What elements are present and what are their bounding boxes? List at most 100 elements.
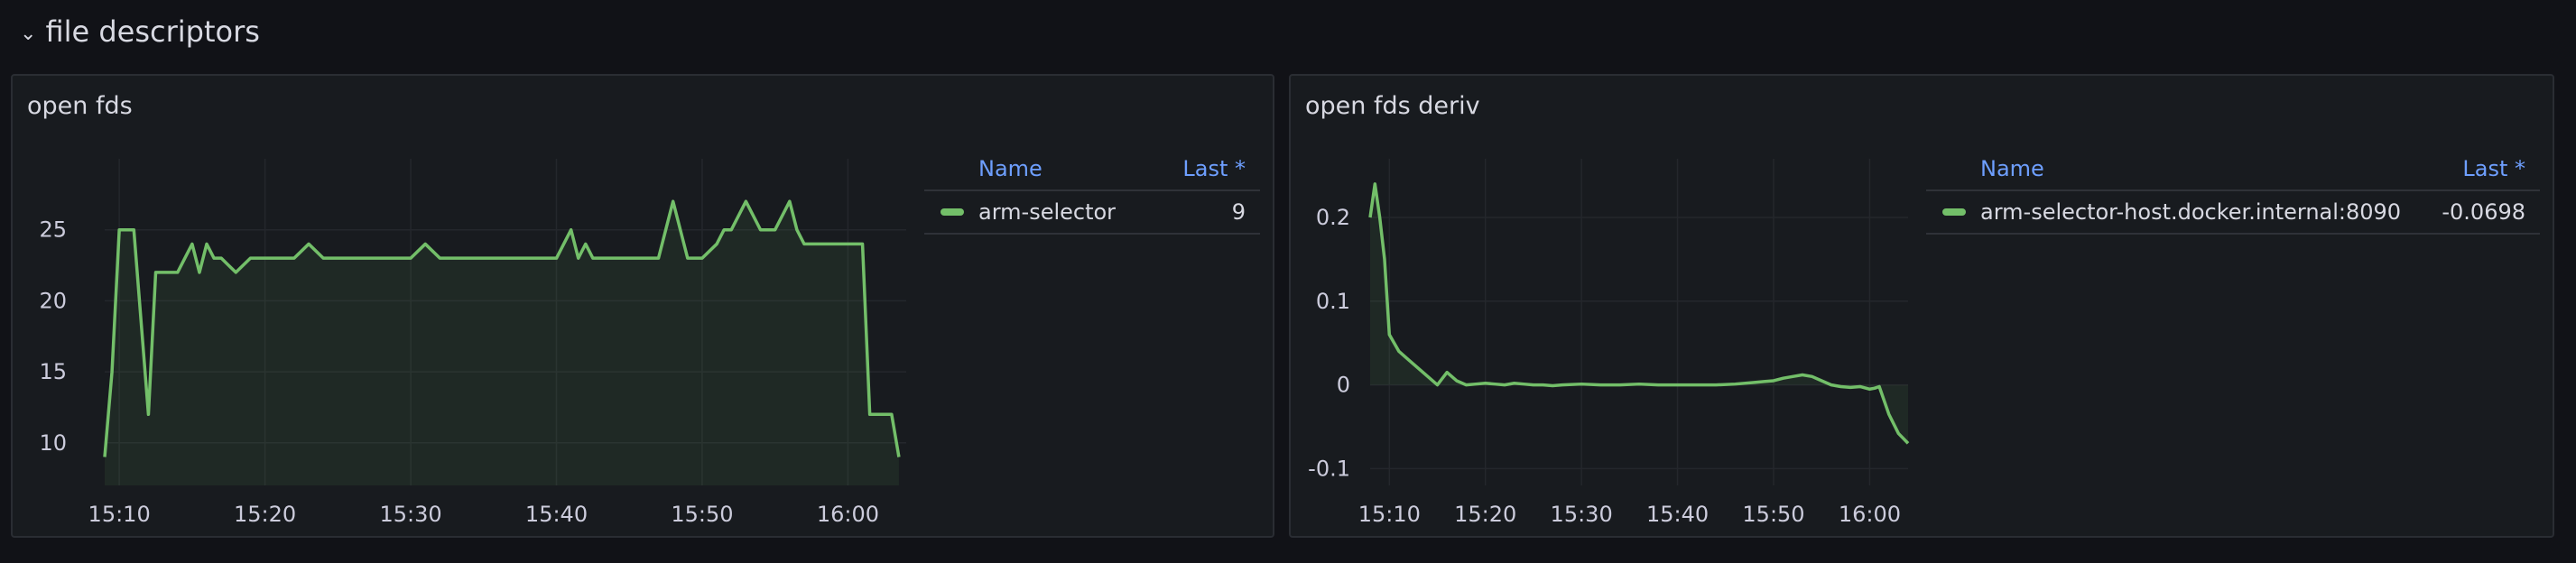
data-point (876, 413, 878, 415)
data-point (199, 272, 200, 273)
data-point (1475, 383, 1477, 385)
data-point (1446, 372, 1448, 374)
legend-name-header[interactable]: Name (1926, 156, 2462, 181)
data-point (1677, 384, 1679, 386)
data-point (1417, 367, 1419, 369)
data-point (410, 257, 412, 259)
data-point (497, 257, 499, 259)
data-point (1561, 384, 1563, 386)
data-point (1599, 384, 1601, 386)
data-point (220, 257, 222, 259)
data-point (570, 229, 572, 231)
data-point (439, 257, 440, 259)
x-tick-label: 16:00 (1839, 502, 1901, 527)
data-point (1878, 385, 1880, 387)
data-point (118, 229, 120, 231)
data-point (1802, 374, 1803, 375)
series-swatch (941, 208, 964, 216)
data-point (1552, 385, 1553, 387)
y-tick-label: 10 (39, 430, 67, 456)
legend-item[interactable]: arm-selector 9 (924, 191, 1260, 235)
data-point (1543, 384, 1544, 386)
data-point (1619, 384, 1621, 386)
data-point (730, 229, 732, 231)
open-fds-chart: 10 15 20 25 15:10 15:20 15:30 15:40 15:50 16:00 (39, 159, 906, 527)
x-tick-label: 15:40 (1646, 502, 1709, 527)
data-point (898, 457, 900, 458)
data-point (1388, 334, 1390, 336)
data-point (213, 257, 215, 259)
legend-series-name[interactable]: arm-selector-host.docker.internal:8090 (1980, 199, 2442, 225)
data-point (249, 257, 251, 259)
row-header[interactable]: ⌄ file descriptors (20, 9, 260, 54)
data-point (1437, 384, 1439, 386)
legend-name-header[interactable]: Name (924, 156, 1182, 181)
data-point (628, 257, 630, 259)
data-point (1374, 183, 1376, 185)
data-point (147, 413, 149, 415)
legend-series-name[interactable]: arm-selector (978, 199, 1232, 225)
x-tick-label: 15:20 (1454, 502, 1516, 527)
data-point (468, 257, 470, 259)
data-point (862, 243, 864, 245)
data-point (1533, 384, 1534, 386)
x-tick-label: 15:10 (88, 502, 151, 527)
data-point (322, 257, 324, 259)
data-point (1379, 217, 1381, 218)
data-point (745, 200, 746, 202)
data-point (803, 243, 805, 245)
data-point (308, 243, 310, 245)
legend: Name Last * arm-selector 9 (924, 148, 1260, 235)
legend-last-header[interactable]: Last * (2462, 156, 2540, 181)
data-point (672, 200, 674, 202)
data-point (1763, 381, 1765, 383)
data-point (1638, 383, 1640, 385)
legend-last-header[interactable]: Last * (1182, 156, 1260, 181)
x-tick-label: 15:10 (1358, 502, 1421, 527)
panel-open-fds-deriv[interactable]: open fds deriv -0.1 0 0.1 0.2 15:10 15:20 15:3… (1289, 74, 2554, 538)
data-point (1504, 384, 1506, 386)
data-point (155, 272, 157, 273)
data-point (133, 229, 134, 231)
data-point (1859, 385, 1861, 387)
legend: Name Last * arm-selector-host.docker.int… (1926, 148, 2540, 235)
data-point (774, 229, 776, 231)
y-tick-label: 0.1 (1316, 289, 1350, 314)
row-title: file descriptors (45, 14, 260, 49)
data-point (512, 257, 514, 259)
legend-item[interactable]: arm-selector-host.docker.internal:8090 -… (1926, 191, 2540, 235)
series-area (105, 201, 899, 485)
panel-open-fds[interactable]: open fds 10 15 20 25 15:10 15:20 15:30 15:40 15:… (11, 74, 1274, 538)
y-tick-label: -0.1 (1308, 456, 1350, 481)
y-tick-label: 0.2 (1316, 205, 1350, 230)
data-point (1696, 384, 1698, 386)
x-tick-label: 15:50 (671, 502, 733, 527)
data-point (483, 257, 485, 259)
data-point (694, 257, 696, 259)
data-point (818, 243, 820, 245)
series-swatch (1942, 208, 1966, 216)
data-point (177, 272, 179, 273)
chevron-down-icon[interactable]: ⌄ (20, 23, 36, 45)
data-point (351, 257, 353, 259)
data-point (1840, 385, 1842, 387)
data-point (599, 257, 601, 259)
data-point (1888, 413, 1890, 415)
data-point (556, 257, 558, 259)
data-point (796, 229, 798, 231)
data-point (337, 257, 338, 259)
data-point (1897, 432, 1899, 434)
data-point (1715, 384, 1717, 386)
legend-header: Name Last * (1926, 148, 2540, 191)
data-point (1821, 380, 1822, 382)
data-point (687, 257, 689, 259)
data-point (366, 257, 368, 259)
data-point (592, 257, 594, 259)
x-tick-label: 15:30 (379, 502, 441, 527)
data-point (1427, 375, 1429, 377)
y-tick-label: 20 (39, 288, 67, 313)
data-point (1514, 383, 1515, 384)
data-point (767, 229, 769, 231)
data-point (264, 257, 266, 259)
data-point (847, 243, 848, 245)
